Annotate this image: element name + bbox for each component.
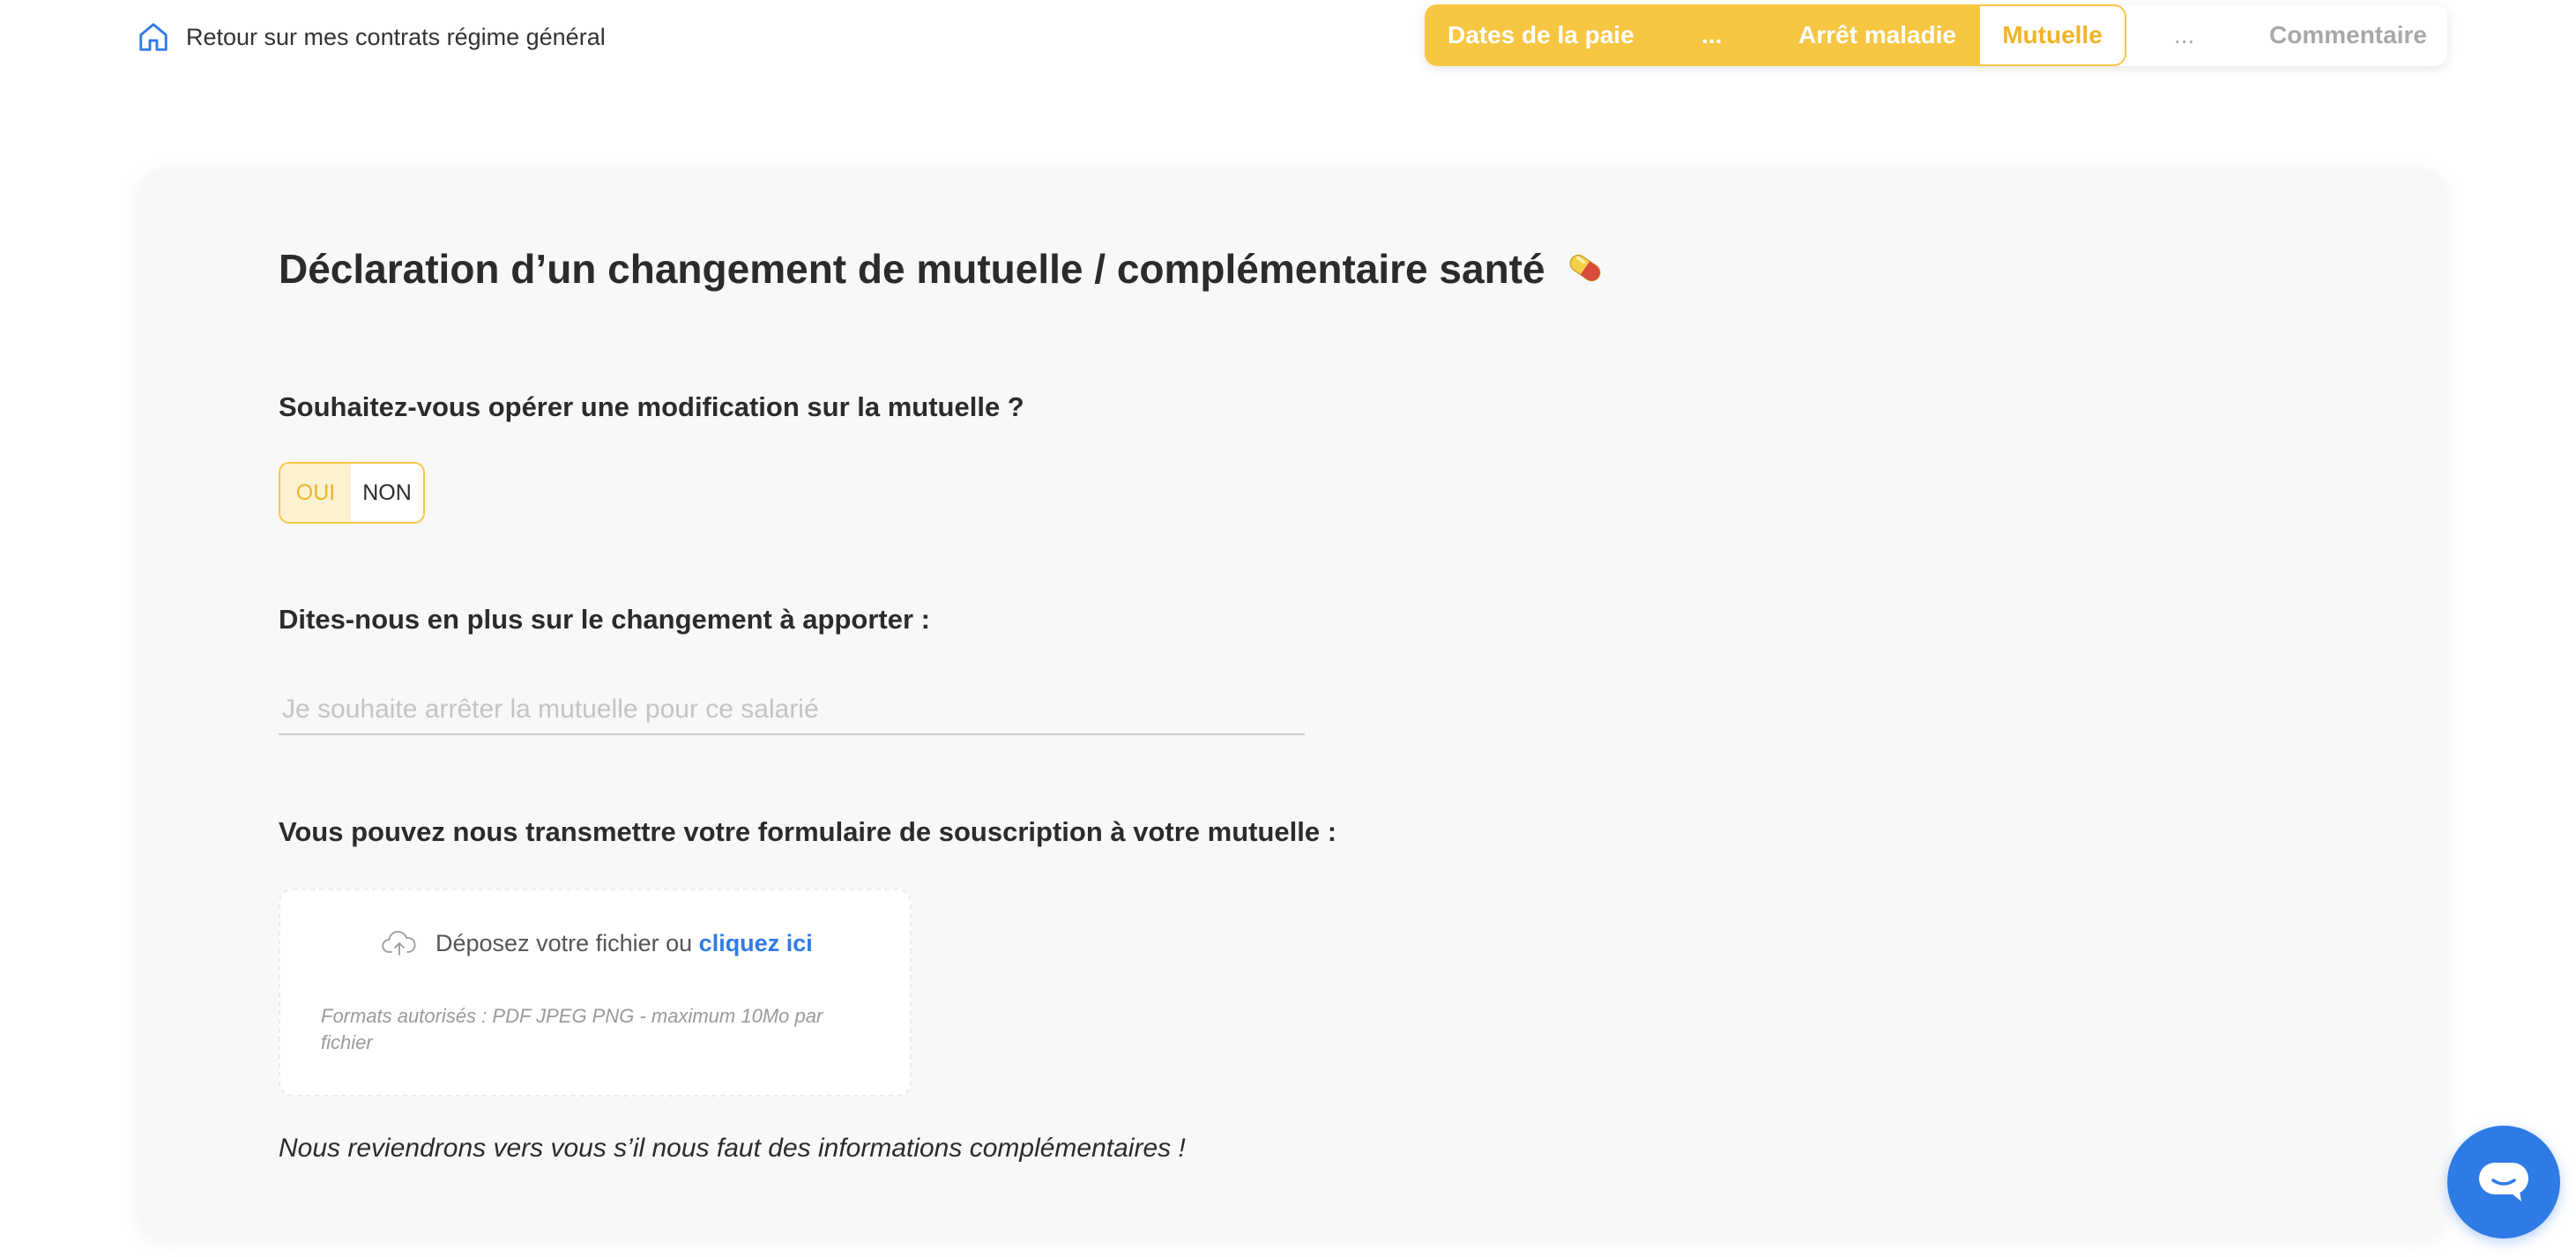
- file-dropzone[interactable]: Déposez votre fichier ou cliquez ici For…: [279, 889, 912, 1097]
- cloud-upload-icon: [382, 931, 416, 956]
- home-icon: [139, 23, 168, 51]
- question-details-label: Dites-nous en plus sur le changement à a…: [279, 604, 930, 635]
- step-dates-de-la-paie[interactable]: Dates de la paie: [1448, 4, 1634, 66]
- step-ellipsis-todo[interactable]: ...: [2174, 4, 2194, 66]
- dropzone-prompt: Déposez votre fichier ou cliquez ici: [381, 929, 813, 957]
- step-ellipsis-done[interactable]: ...: [1701, 4, 1722, 66]
- dropzone-text: Déposez votre fichier ou: [436, 929, 693, 956]
- progress-stepper: Dates de la paie ... Arrêt maladie Mutue…: [1425, 4, 2447, 66]
- question-modify-label: Souhaitez-vous opérer une modification s…: [279, 391, 1024, 422]
- step-mutuelle-current[interactable]: Mutuelle: [1978, 4, 2126, 66]
- page-title: Déclaration d’un changement de mutuelle …: [279, 245, 1605, 293]
- dropzone-browse-link[interactable]: cliquez ici: [699, 930, 813, 956]
- yes-no-toggle: OUI NON: [279, 462, 425, 524]
- info-note: Nous reviendrons vers vous s’il nous fau…: [279, 1134, 1186, 1163]
- toggle-non-option[interactable]: NON: [351, 464, 423, 522]
- question-upload-label: Vous pouvez nous transmettre votre formu…: [279, 816, 1337, 847]
- chat-icon: [2479, 1163, 2528, 1201]
- pill-icon: [1569, 254, 1601, 282]
- back-link-label: Retour sur mes contrats régime général: [186, 23, 606, 50]
- step-commentaire[interactable]: Commentaire: [2269, 4, 2427, 66]
- page-title-text: Déclaration d’un changement de mutuelle …: [279, 246, 1545, 292]
- chat-button[interactable]: [2447, 1126, 2560, 1238]
- allowed-formats-text: Formats autorisés : PDF JPEG PNG - maxim…: [321, 1005, 823, 1053]
- step-arret-maladie[interactable]: Arrêt maladie: [1798, 4, 1956, 66]
- back-link[interactable]: Retour sur mes contrats régime général: [137, 18, 606, 56]
- toggle-oui-option[interactable]: OUI: [280, 464, 351, 522]
- details-input[interactable]: [279, 686, 1305, 735]
